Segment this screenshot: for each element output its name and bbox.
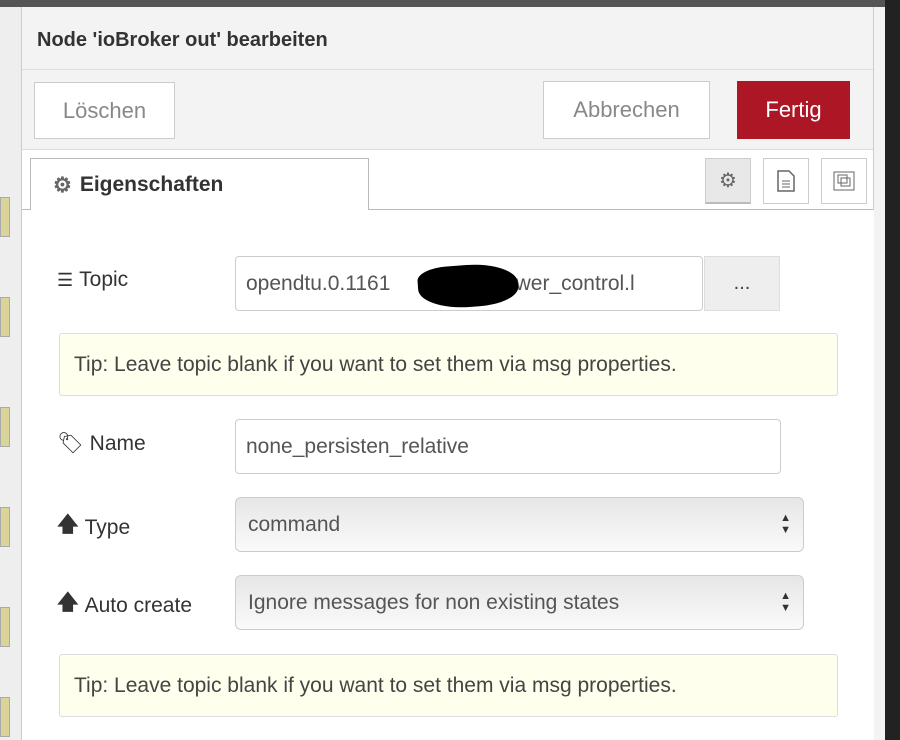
appearance-icon[interactable] — [821, 158, 867, 204]
topic-input[interactable]: opendtu.0.1161 .power_control.l — [235, 256, 703, 311]
browse-button[interactable]: ... — [704, 256, 780, 311]
select-arrows-icon: ▲ ▼ — [780, 590, 791, 614]
tab-label: Eigenschaften — [79, 173, 224, 196]
scrollbar-track[interactable] — [885, 0, 900, 740]
tab-properties[interactable]: ⚙ Eigenschaften — [30, 158, 369, 211]
properties-form: ☰ Topic opendtu.0.1161 .power_control.l … — [22, 210, 874, 740]
redaction-scribble — [416, 261, 520, 310]
cancel-button[interactable]: Abbrechen — [543, 81, 710, 139]
arrow-up-icon: 🡅 — [57, 513, 79, 536]
name-input[interactable]: none_persisten_relative — [235, 419, 781, 474]
button-bar: Löschen Abbrechen Fertig — [22, 70, 873, 150]
select-arrows-icon: ▲ ▼ — [780, 512, 791, 536]
type-label: 🡅 Type — [57, 510, 130, 545]
tasks-icon: ☰ — [57, 269, 74, 290]
autocreate-label: 🡅 Auto create — [57, 588, 192, 623]
top-bar — [0, 0, 900, 7]
type-select[interactable]: command ▲ ▼ — [235, 497, 804, 552]
tab-bar: ⚙ Eigenschaften ⚙ — [22, 150, 873, 211]
tip-box: Tip: Leave topic blank if you want to se… — [59, 654, 838, 717]
topic-label: ☰ Topic — [57, 268, 129, 291]
edit-dialog: Node 'ioBroker out' bearbeiten Löschen A… — [22, 7, 874, 740]
arrow-up-icon: 🡅 — [57, 591, 79, 614]
document-icon[interactable] — [763, 158, 809, 204]
name-label: 🏷 Name — [57, 432, 146, 455]
delete-button[interactable]: Löschen — [34, 82, 175, 139]
dialog-title: Node 'ioBroker out' bearbeiten — [22, 7, 873, 70]
tip-box: Tip: Leave topic blank if you want to se… — [59, 333, 838, 396]
tag-icon: 🏷 — [57, 432, 84, 455]
autocreate-select[interactable]: Ignore messages for non existing states … — [235, 575, 804, 630]
gear-icon: ⚙ — [53, 173, 72, 197]
done-button[interactable]: Fertig — [737, 81, 850, 139]
workspace-background — [0, 7, 22, 740]
gear-icon[interactable]: ⚙ — [705, 158, 751, 204]
